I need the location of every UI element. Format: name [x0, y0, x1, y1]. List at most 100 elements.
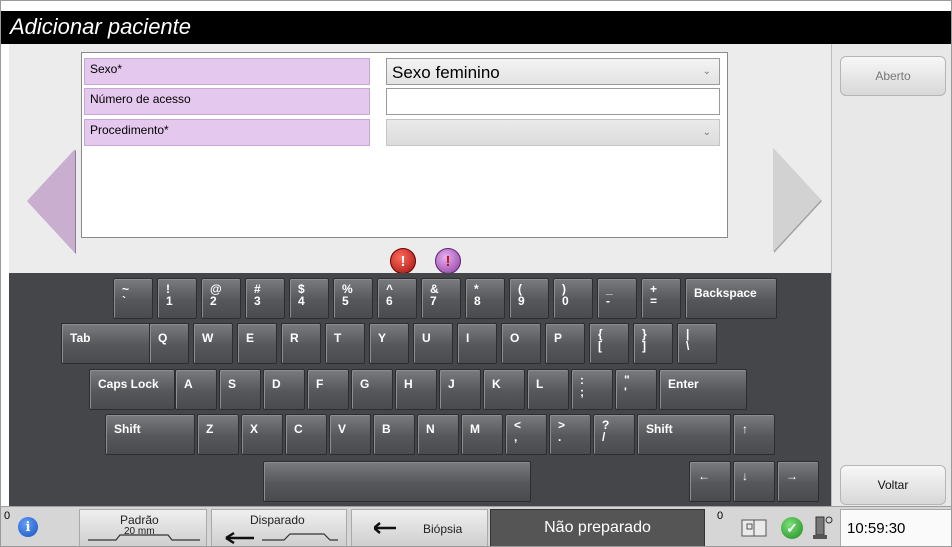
key-y[interactable]: Y	[369, 323, 409, 364]
key-arrow[interactable]: ↓	[733, 461, 775, 502]
key-n[interactable]: N	[417, 414, 459, 455]
key-arrow[interactable]: ←	[689, 461, 731, 502]
sexo-value: Sexo feminino	[392, 63, 500, 82]
key-symbol[interactable]: ! 1	[157, 278, 197, 319]
key-symbol[interactable]: ~ `	[113, 278, 153, 319]
key-symbol[interactable]: $4	[289, 278, 329, 319]
key-z[interactable]: Z	[197, 414, 239, 455]
sexo-select[interactable]: Sexo feminino ⌄	[386, 58, 720, 85]
key-label: ↓	[742, 469, 748, 483]
key-v[interactable]: V	[329, 414, 371, 455]
preset-button[interactable]: Padrão 20 mm	[79, 509, 207, 546]
key-bottom-label: 9	[518, 294, 525, 308]
biopsy-label: Biópsia	[423, 522, 463, 536]
key-r[interactable]: R	[281, 323, 321, 364]
key-enter[interactable]: Enter	[659, 369, 747, 410]
key-arrow[interactable]: →	[777, 461, 819, 502]
key-k[interactable]: K	[483, 369, 525, 410]
voltar-button[interactable]: Voltar	[840, 465, 946, 505]
key-symbol[interactable]: & 7	[421, 278, 461, 319]
key-label: B	[382, 422, 391, 436]
key-caps-lock[interactable]: Caps Lock	[89, 369, 175, 410]
key-symbol[interactable]: (9	[509, 278, 549, 319]
key-l[interactable]: L	[527, 369, 569, 410]
key-symbol[interactable]: >.	[549, 414, 591, 455]
key-backspace[interactable]: Backspace	[685, 278, 777, 319]
aberto-button[interactable]: Aberto	[840, 56, 946, 96]
key-i[interactable]: I	[457, 323, 497, 364]
arrow-left-icon	[225, 531, 338, 544]
key-symbol[interactable]: <,	[505, 414, 547, 455]
key-c[interactable]: C	[285, 414, 327, 455]
key-label: Y	[378, 331, 387, 345]
status-indicator: Não preparado	[490, 509, 705, 546]
key-symbol[interactable]: ? /	[593, 414, 635, 455]
key-symbol[interactable]: % 5	[333, 278, 373, 319]
key-symbol[interactable]: :;	[571, 369, 613, 410]
key-space[interactable]	[263, 461, 531, 502]
key-symbol[interactable]: | \	[677, 323, 717, 364]
key-symbol[interactable]: @2	[201, 278, 241, 319]
warning-outline-icon[interactable]: !	[435, 248, 461, 274]
key-b[interactable]: B	[373, 414, 415, 455]
key-label: E	[246, 331, 255, 345]
numero-acesso-input[interactable]	[386, 88, 720, 115]
key-symbol[interactable]: ^ 6	[377, 278, 417, 319]
biopsy-button[interactable]: Biópsia	[351, 509, 488, 546]
key-shift[interactable]: Shift	[105, 414, 195, 455]
key-symbol[interactable]: + =	[641, 278, 681, 319]
key-j[interactable]: J	[439, 369, 481, 410]
chevron-down-icon: ⌄	[702, 66, 711, 77]
key-symbol[interactable]: {[	[589, 323, 629, 364]
key-q[interactable]: Q	[149, 323, 189, 364]
device-status-icon[interactable]	[809, 513, 835, 543]
key-t[interactable]: T	[325, 323, 365, 364]
key-f[interactable]: F	[307, 369, 349, 410]
field-label-procedimento: Procedimento*	[84, 119, 370, 146]
key-label: H	[404, 377, 413, 391]
key-arrow[interactable]: ↑	[733, 414, 775, 455]
key-bottom-label: 5	[342, 294, 349, 308]
key-symbol[interactable]: * 8	[465, 278, 505, 319]
key-x[interactable]: X	[241, 414, 283, 455]
key-bottom-label: ;	[580, 385, 584, 399]
key-bottom-label: [	[598, 339, 602, 353]
key-label: X	[250, 422, 259, 436]
next-arrow-button[interactable]	[773, 148, 821, 252]
key-bottom-label: 7	[430, 294, 437, 308]
book-icon[interactable]	[739, 516, 771, 540]
key-g[interactable]: G	[351, 369, 393, 410]
info-icon[interactable]: i	[18, 517, 38, 537]
key-u[interactable]: U	[413, 323, 453, 364]
key-shift[interactable]: Shift	[637, 414, 731, 455]
key-symbol[interactable]: ) 0	[553, 278, 593, 319]
previous-arrow-button[interactable]	[27, 149, 75, 253]
key-symbol[interactable]: " '	[615, 369, 657, 410]
key-symbol[interactable]: }]	[633, 323, 673, 364]
key-e[interactable]: E	[237, 323, 277, 364]
on-screen-keyboard: ~ `! 1 @2 #3 $4% 5 ^ 6 & 7 * 8(9) 0 _ - + = Backspace Tab Q W…	[9, 273, 831, 506]
left-count: 0	[4, 510, 11, 522]
key-label: Enter	[668, 377, 699, 391]
key-d[interactable]: D	[263, 369, 305, 410]
key-label: Tab	[70, 331, 91, 345]
key-a[interactable]: A	[175, 369, 217, 410]
key-symbol[interactable]: #3	[245, 278, 285, 319]
key-s[interactable]: S	[219, 369, 261, 410]
procedimento-select[interactable]: ⌄	[386, 119, 720, 146]
key-h[interactable]: H	[395, 369, 437, 410]
key-symbol[interactable]: _ -	[597, 278, 637, 319]
check-icon[interactable]: ✓	[781, 517, 803, 539]
key-p[interactable]: P	[545, 323, 585, 364]
key-m[interactable]: M	[461, 414, 503, 455]
key-label: F	[316, 377, 324, 391]
key-bottom-label: /	[602, 430, 606, 444]
key-label: O	[510, 331, 520, 345]
key-w[interactable]: W	[193, 323, 233, 364]
side-panel: Aberto Voltar	[831, 44, 951, 506]
trigger-button[interactable]: Disparado	[211, 509, 347, 546]
key-tab[interactable]: Tab	[61, 323, 151, 364]
key-bottom-label: .	[558, 430, 562, 444]
warning-icon[interactable]: !	[390, 248, 416, 274]
key-o[interactable]: O	[501, 323, 541, 364]
